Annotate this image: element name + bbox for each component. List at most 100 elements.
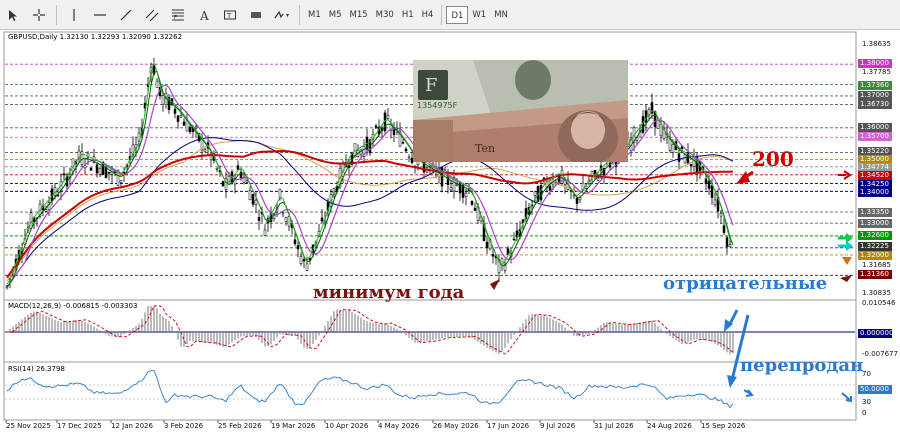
candle-body: [449, 187, 453, 191]
time-axis-label: 9 Jul 2026: [540, 422, 576, 430]
price-level-tag: 1.33000: [858, 219, 892, 228]
svg-text:F: F: [425, 75, 438, 96]
price-level-tag: 1.32600: [858, 231, 892, 240]
horizontal-line-tool-icon[interactable]: [89, 4, 111, 26]
toolbar-divider: [441, 4, 443, 25]
price-level-tag: 1.38000: [858, 59, 892, 68]
time-axis-label: 25 Feb 2026: [218, 422, 262, 430]
channel-tool-icon[interactable]: [141, 4, 163, 26]
candle-body: [245, 180, 249, 183]
text-tool-icon[interactable]: A: [193, 4, 215, 26]
timeframe-d1[interactable]: D1: [446, 5, 469, 24]
candle-body: [443, 169, 447, 171]
svg-text:1354975F: 1354975F: [417, 101, 458, 110]
timeframe-m1[interactable]: M1: [304, 6, 325, 24]
chart-toolbar: F A T M1 M5 M15 M30 H1 H4 D1 W1 MN: [0, 0, 900, 30]
price-level-tag: 1.32000: [858, 251, 892, 260]
candle-body: [500, 258, 504, 264]
trendline-tool-icon[interactable]: [115, 4, 137, 26]
price-level-tag: 1.35700: [858, 132, 892, 141]
candle-body: [194, 126, 198, 129]
price-level-tag: 1.36730: [858, 100, 892, 109]
candle-body: [458, 181, 462, 194]
currency-banknotes-image: F 1354975F Ten: [413, 60, 628, 162]
candle-body: [203, 149, 207, 152]
macd-zero-tag: 0.000000: [858, 329, 894, 338]
label-tool-icon[interactable]: T: [219, 4, 241, 26]
oversold-annotation: перепродан: [740, 355, 864, 376]
price-tick: 1.30835: [862, 289, 891, 297]
candle-body: [392, 129, 396, 136]
candle-body: [221, 181, 225, 186]
macd-tick: 0.010546: [862, 299, 896, 307]
candle-body: [671, 143, 675, 153]
candle-body: [320, 217, 324, 222]
crosshair-tool-icon[interactable]: [28, 4, 50, 26]
time-axis-label: 10 Apr 2026: [325, 422, 369, 430]
macd-tick: -0.007677: [862, 350, 898, 358]
time-axis-label: 17 Jun 2026: [487, 422, 530, 430]
arrows-tool-icon[interactable]: [271, 4, 293, 26]
cursor-tool-icon[interactable]: [2, 4, 24, 26]
candle-body: [407, 156, 411, 159]
candle-body: [173, 108, 177, 114]
timeframe-m15[interactable]: M15: [346, 6, 372, 24]
candle-body: [464, 192, 468, 197]
chart-window[interactable]: F 1354975F Ten GBPUSD,Daily 1.32130 1.32…: [0, 30, 900, 437]
candle-body: [644, 110, 648, 123]
chart-symbol-header: GBPUSD,Daily 1.32130 1.32293 1.32090 1.3…: [8, 33, 183, 41]
candle-body: [263, 229, 267, 236]
price-level-tag: 1.34000: [858, 188, 892, 197]
candle-body: [710, 185, 714, 198]
candle-body: [719, 213, 723, 217]
time-axis-label: 3 Feb 2026: [164, 422, 204, 430]
timeframe-h4[interactable]: H4: [418, 6, 438, 24]
timeframe-h1[interactable]: H1: [398, 6, 418, 24]
toolbar-divider: [56, 4, 57, 25]
candle-body: [722, 225, 726, 233]
candle-body: [683, 154, 687, 164]
price-level-tag: 1.32225: [858, 242, 892, 251]
candle-body: [281, 212, 285, 215]
time-axis-label: 24 Aug 2026: [647, 422, 692, 430]
candle-body: [707, 180, 711, 189]
candle-body: [80, 151, 84, 165]
candle-body: [179, 115, 183, 118]
candle-body: [374, 125, 378, 128]
timeframe-mn[interactable]: MN: [490, 6, 512, 24]
candle-body: [215, 168, 219, 170]
candle-body: [257, 217, 261, 221]
candle-body: [98, 168, 102, 175]
rsi-header: RSI(14) 26.3798: [8, 365, 65, 373]
candle-body: [248, 190, 252, 201]
year-low-annotation: минимум года: [313, 282, 465, 303]
candle-body: [296, 245, 300, 250]
rectangle-tool-icon[interactable]: [245, 4, 267, 26]
time-axis-label: 19 Mar 2026: [271, 422, 316, 430]
candle-body: [104, 167, 108, 178]
timeframe-w1[interactable]: W1: [468, 6, 490, 24]
price-level-tag: 1.31360: [858, 270, 892, 279]
timeframe-m5[interactable]: M5: [325, 6, 346, 24]
rsi-tick: 30: [862, 398, 871, 406]
price-level-tag: 1.37360: [858, 81, 892, 90]
candle-body: [491, 254, 495, 257]
candle-body: [485, 241, 489, 249]
candle-body: [44, 209, 48, 212]
candle-body: [401, 142, 405, 144]
time-axis-label: 17 Dec 2025: [57, 422, 102, 430]
candle-body: [386, 115, 390, 119]
candle-body: [161, 95, 165, 105]
candle-body: [62, 173, 66, 176]
svg-text:A: A: [199, 9, 209, 22]
timeframe-m30[interactable]: M30: [372, 6, 398, 24]
candle-body: [236, 165, 240, 170]
fibonacci-tool-icon[interactable]: F: [167, 4, 189, 26]
vertical-line-tool-icon[interactable]: [63, 4, 85, 26]
rsi-value-tag: 50.0000: [858, 385, 892, 394]
candle-body: [299, 256, 303, 264]
macd-header: MACD(12,26,9) -0.006815 -0.003303: [8, 302, 138, 310]
time-axis-label: 31 Jul 2026: [594, 422, 634, 430]
svg-text:Ten: Ten: [475, 142, 495, 155]
time-axis-label: 15 Sep 2026: [701, 422, 746, 430]
